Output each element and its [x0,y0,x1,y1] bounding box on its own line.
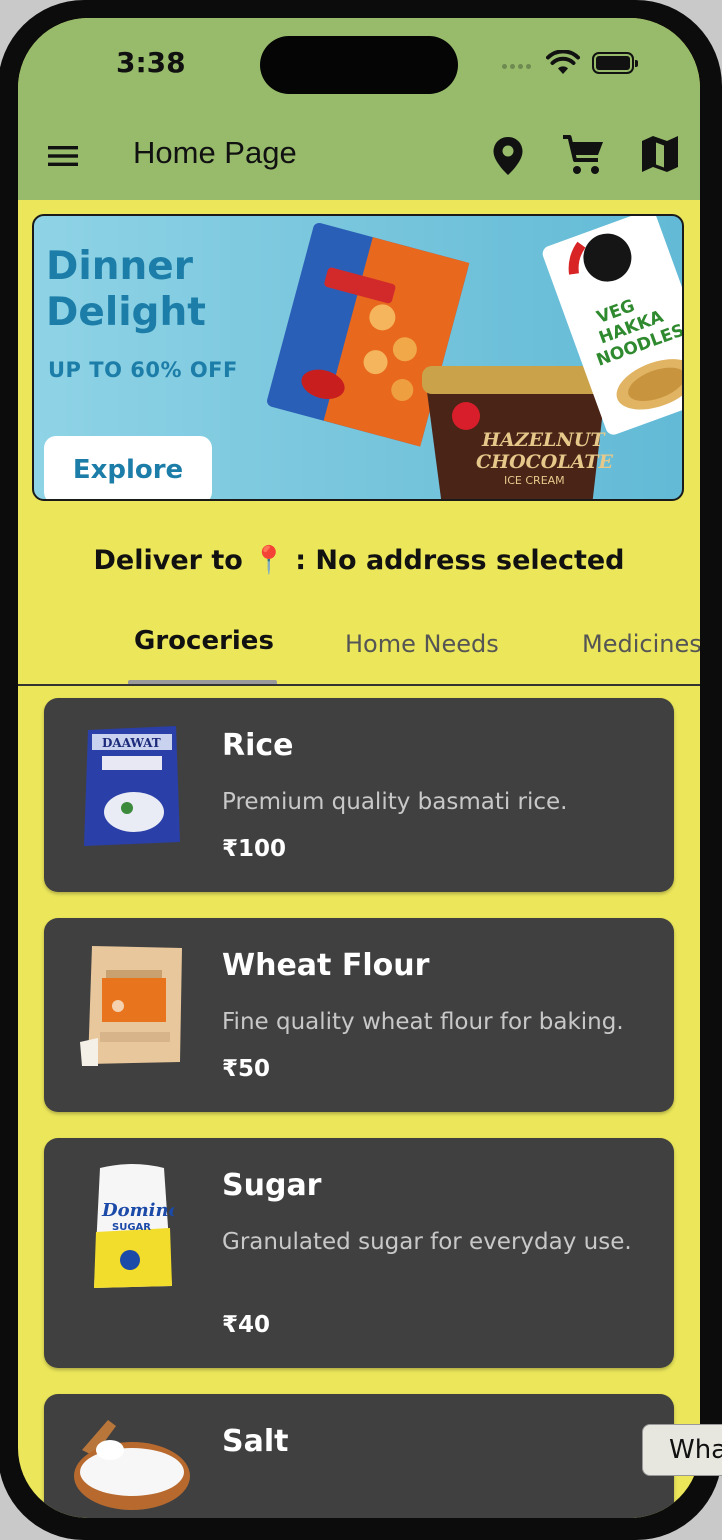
dynamic-island [260,36,458,94]
product-price: ₹100 [222,836,287,862]
product-card-rice[interactable]: DAAWAT Rice Premium quality basmati rice… [44,698,674,892]
delivery-address-label[interactable]: Deliver to 📍 : No address selected [18,544,700,576]
salt-bowl-icon [74,1420,190,1510]
map-icon[interactable] [640,134,680,174]
product-card-sugar[interactable]: Domino SUGAR Sugar Granulated sugar for … [44,1138,674,1368]
product-description: Fine quality wheat flour for baking. [222,1009,624,1035]
overlay-chip[interactable]: Wha [642,1424,722,1476]
svg-text:CHOCOLATE: CHOCOLATE [476,451,613,473]
location-icon[interactable] [492,136,524,176]
promo-banner[interactable]: HAZELNUT CHOCOLATE ICE CREAM VEG HAKKA N… [32,214,684,501]
cart-icon[interactable] [562,134,606,176]
app-screen: 3:38 Home Page HAZELNUT CHOCOLATE ICE CR… [18,18,700,1518]
tab-medicines[interactable]: Medicines [582,630,700,658]
banner-offer-text: UP TO 60% OFF [48,358,238,382]
tab-home-needs[interactable]: Home Needs [345,630,499,658]
rice-bag-icon: DAAWAT [84,726,180,846]
explore-button[interactable]: Explore [44,436,212,499]
sugar-bag-icon: Domino SUGAR [94,1164,174,1288]
flour-bag-icon [80,946,182,1066]
app-bar: 3:38 Home Page [18,18,700,200]
product-name: Sugar [222,1168,322,1203]
product-name: Salt [222,1424,289,1459]
banner-title: Dinner Delight [46,244,206,335]
product-card-wheat-flour[interactable]: Wheat Flour Fine quality wheat flour for… [44,918,674,1112]
svg-text:SUGAR: SUGAR [112,1222,151,1233]
product-price: ₹40 [222,1312,271,1338]
product-description: Premium quality basmati rice. [222,789,568,815]
page-title: Home Page [133,135,297,170]
svg-text:HAZELNUT: HAZELNUT [481,429,606,451]
svg-text:ICE CREAM: ICE CREAM [504,474,565,487]
status-time: 3:38 [116,46,186,79]
category-tabs: Groceries Home Needs Medicines [18,626,700,686]
wifi-icon [546,50,580,74]
tabs-divider [18,684,700,686]
product-price: ₹50 [222,1056,271,1082]
svg-text:DAAWAT: DAAWAT [102,736,161,750]
battery-icon [592,52,638,74]
tab-groceries[interactable]: Groceries [134,626,274,656]
svg-text:Domino: Domino [101,1200,174,1221]
menu-icon[interactable] [48,144,78,168]
cellular-signal-icon [502,64,536,72]
product-name: Rice [222,728,294,763]
product-description: Granulated sugar for everyday use. [222,1229,632,1255]
product-name: Wheat Flour [222,948,430,983]
product-card-salt[interactable]: Salt [44,1394,674,1518]
